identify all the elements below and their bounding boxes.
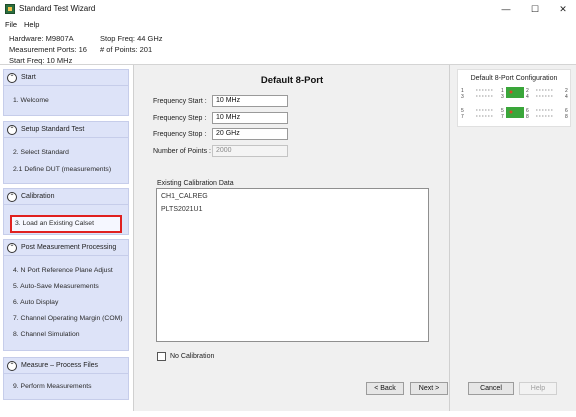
group-title: Setup Standard Test (21, 126, 85, 133)
calibration-list[interactable]: CH1_CALREG PLTS2021U1 (156, 188, 429, 342)
port-label: 3 (501, 94, 504, 100)
configuration-panel: Default 8-Port Configuration 1 3 5 7 2 4… (449, 65, 576, 411)
start-freq-label: Start Freq: 10 MHz (9, 56, 73, 65)
hardware-label: Hardware: M9807A (9, 34, 74, 43)
num-points-label: # of Points: 201 (100, 45, 153, 54)
cancel-button[interactable]: Cancel (468, 382, 514, 395)
chevron-up-icon[interactable]: ⌃ (7, 125, 17, 135)
next-button[interactable]: Next > (410, 382, 448, 395)
frequency-step-label: Frequency Step : (153, 115, 207, 122)
step-label: 3. Load an Existing Calset (15, 220, 94, 227)
port-diagram: 1 3 5 7 2 4 6 8 1 3 5 7 2 4 6 8 (461, 87, 568, 120)
port-label: 7 (501, 114, 504, 120)
chevron-up-icon[interactable]: ⌃ (7, 192, 17, 202)
hardware-info: Hardware: M9807A Stop Freq: 44 GHz Measu… (0, 31, 576, 65)
port-label: 3 (461, 94, 464, 100)
group-title: Measure – Process Files (21, 362, 99, 369)
group-post-measurement-processing: ⌃ Post Measurement Processing 4. N Port … (3, 239, 129, 351)
chevron-up-icon[interactable]: ⌃ (7, 243, 17, 253)
marker (509, 90, 513, 94)
main-panel: Default 8-Port Frequency Start : 10 MHz … (133, 65, 449, 411)
chevron-up-icon[interactable]: ⌃ (7, 361, 17, 371)
back-button[interactable]: < Back (366, 382, 404, 395)
list-item[interactable]: CH1_CALREG (161, 193, 208, 200)
group-title: Calibration (21, 193, 55, 200)
step-auto-save[interactable]: 5. Auto-Save Measurements (13, 283, 99, 290)
group-title: Start (21, 74, 36, 81)
step-welcome[interactable]: 1. Welcome (13, 97, 49, 104)
step-define-dut[interactable]: 2.1 Define DUT (measurements) (13, 166, 111, 173)
step-load-existing-calset[interactable]: 3. Load an Existing Calset (10, 215, 122, 233)
page-title: Default 8-Port (260, 75, 324, 86)
step-perform-measurements[interactable]: 9. Perform Measurements (13, 383, 92, 390)
frequency-start-input[interactable]: 10 MHz (212, 95, 288, 107)
port-label: 8 (526, 114, 529, 120)
group-header[interactable]: ⌃ Measure – Process Files (4, 358, 128, 374)
close-icon: ✕ (559, 3, 567, 14)
group-header[interactable]: ⌃ Post Measurement Processing (4, 240, 128, 256)
stop-freq-label: Stop Freq: 44 GHz (100, 34, 163, 43)
no-calibration-label: No Calibration (170, 353, 215, 360)
window-title: Standard Test Wizard (19, 4, 96, 13)
port-label: 4 (565, 94, 568, 100)
chevron-up-icon[interactable]: ⌃ (7, 73, 17, 83)
group-header[interactable]: ⌃ Setup Standard Test (4, 122, 128, 138)
frequency-stop-input[interactable]: 20 GHz (212, 128, 288, 140)
dut-block (506, 107, 524, 118)
group-header[interactable]: ⌃ Start (4, 70, 128, 86)
list-item[interactable]: PLTS2021U1 (161, 206, 203, 213)
frequency-step-input[interactable]: 10 MHz (212, 112, 288, 124)
frequency-start-label: Frequency Start : (153, 98, 207, 105)
group-title: Post Measurement Processing (21, 244, 117, 251)
number-of-points-input: 2000 (212, 145, 288, 157)
minimize-button[interactable]: — (492, 0, 520, 18)
menu-bar: File Help (0, 18, 576, 31)
group-header[interactable]: ⌃ Calibration (4, 189, 128, 205)
menu-help[interactable]: Help (24, 20, 39, 29)
port-label: 4 (526, 94, 529, 100)
group-setup-standard-test: ⌃ Setup Standard Test 2. Select Standard… (3, 121, 129, 184)
step-auto-display[interactable]: 6. Auto Display (13, 299, 58, 306)
marker (509, 110, 513, 114)
step-channel-simulation[interactable]: 8. Channel Simulation (13, 331, 80, 338)
menu-file[interactable]: File (5, 20, 17, 29)
maximize-icon: ☐ (530, 3, 540, 14)
port-label: 8 (565, 114, 568, 120)
frequency-stop-label: Frequency Stop : (153, 131, 207, 138)
existing-calibration-label: Existing Calibration Data (157, 180, 234, 187)
dut-block (506, 87, 524, 98)
measurement-ports-label: Measurement Ports: 16 (9, 45, 87, 54)
group-measure-process-files: ⌃ Measure – Process Files 9. Perform Mea… (3, 357, 129, 400)
app-icon (5, 4, 15, 14)
step-reference-plane-adjust[interactable]: 4. N Port Reference Plane Adjust (13, 267, 113, 274)
group-start: ⌃ Start 1. Welcome (3, 69, 129, 116)
port-configuration-diagram: Default 8-Port Configuration 1 3 5 7 2 4… (457, 69, 571, 127)
configuration-title: Default 8-Port Configuration (470, 75, 558, 82)
close-button[interactable]: ✕ (549, 0, 576, 18)
port-label: 7 (461, 114, 464, 120)
minimize-icon: — (501, 4, 511, 14)
title-bar: Standard Test Wizard — ☐ ✕ (0, 0, 576, 18)
step-select-standard[interactable]: 2. Select Standard (13, 149, 69, 156)
wizard-steps-sidebar: ⌃ Start 1. Welcome ⌃ Setup Standard Test… (0, 65, 133, 411)
group-calibration: ⌃ Calibration 3. Load an Existing Calset (3, 188, 129, 235)
help-button: Help (519, 382, 557, 395)
maximize-button[interactable]: ☐ (521, 0, 549, 18)
step-com[interactable]: 7. Channel Operating Margin (COM) (13, 315, 123, 322)
number-of-points-label: Number of Points : (153, 148, 211, 155)
no-calibration-checkbox[interactable] (157, 352, 166, 361)
